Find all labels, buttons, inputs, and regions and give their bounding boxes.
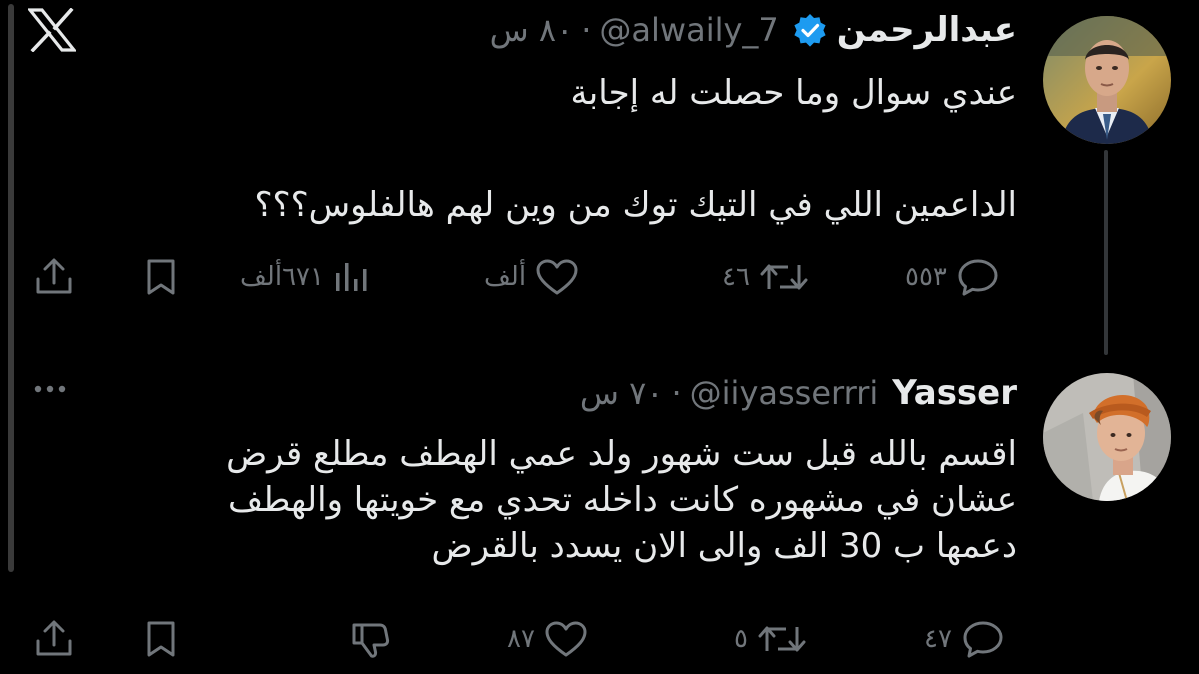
heart-icon bbox=[545, 621, 587, 657]
like-button[interactable]: ٨٧ bbox=[507, 619, 589, 659]
tweet-timestamp[interactable]: ٧٠ س bbox=[580, 374, 664, 412]
x-logo-icon[interactable] bbox=[26, 7, 78, 53]
reply-button[interactable]: ٤٧ bbox=[924, 619, 1006, 659]
verified-badge-icon bbox=[794, 14, 826, 47]
bookmark-icon bbox=[147, 621, 175, 657]
reply-count: ٤٧ bbox=[924, 624, 952, 654]
share-button[interactable] bbox=[33, 257, 75, 297]
display-name[interactable]: Yasser bbox=[892, 373, 1017, 413]
retweet-icon bbox=[758, 626, 806, 652]
display-name[interactable]: عبدالرحمن bbox=[837, 10, 1017, 50]
header-separator: · bbox=[581, 11, 592, 49]
retweet-count: ٤٦ bbox=[722, 262, 750, 292]
share-icon bbox=[36, 258, 72, 294]
more-options-icon[interactable] bbox=[30, 378, 70, 400]
tweet-thread-screen: عبدالرحمن @alwaily_7 · ٨٠ س عندي سوال وم… bbox=[0, 0, 1199, 674]
bookmark-icon bbox=[147, 259, 175, 295]
author-avatar[interactable] bbox=[1043, 373, 1171, 501]
author-handle[interactable]: @alwaily_7 bbox=[599, 11, 778, 49]
scrollbar[interactable] bbox=[8, 4, 14, 572]
retweet-button[interactable]: ٥ bbox=[734, 619, 808, 659]
tweet-text-line: دعمها ب 30 الف والى الان يسدد بالقرض bbox=[431, 526, 1017, 566]
author-avatar[interactable] bbox=[1043, 16, 1171, 144]
like-count: ألف bbox=[484, 262, 527, 292]
tweet-body: اقسم بالله قبل ست شهور ولد عمي الهطف مطل… bbox=[57, 431, 1017, 569]
tweet-text-line: اقسم بالله قبل ست شهور ولد عمي الهطف مطل… bbox=[226, 434, 1017, 474]
tweet-body: عندي سوال وما حصلت له إجابة الداعمين الل… bbox=[57, 71, 1018, 228]
tweet-header: عبدالرحمن @alwaily_7 · ٨٠ س bbox=[490, 5, 1017, 55]
thread-connector-line bbox=[1104, 150, 1108, 355]
tweet-timestamp[interactable]: ٨٠ س bbox=[490, 11, 574, 49]
analytics-icon bbox=[335, 263, 367, 291]
tweet-header: Yasser @iiyasserrri · ٧٠ س bbox=[580, 368, 1017, 418]
reply-count: ٥٥٣ bbox=[905, 262, 947, 292]
dislike-button[interactable] bbox=[348, 619, 392, 659]
share-icon bbox=[36, 620, 72, 656]
reply-icon bbox=[963, 621, 1003, 658]
like-count: ٨٧ bbox=[507, 624, 535, 654]
bookmark-button[interactable] bbox=[143, 257, 179, 297]
retweet-count: ٥ bbox=[734, 624, 748, 654]
thumbs-down-icon bbox=[352, 623, 390, 658]
like-button[interactable]: ألف bbox=[484, 257, 580, 297]
tweet-text-line: عندي سوال وما حصلت له إجابة bbox=[570, 73, 1017, 113]
retweet-icon bbox=[760, 264, 808, 290]
views-count: ٦٧١ألف bbox=[240, 262, 324, 292]
tweet-text-line: عشان في مشهوره كانت داخله تحدي مع خويتها… bbox=[228, 480, 1017, 520]
header-separator: · bbox=[671, 374, 682, 412]
bookmark-button[interactable] bbox=[143, 619, 179, 659]
heart-icon bbox=[536, 259, 578, 295]
views-button[interactable]: ٦٧١ألف bbox=[240, 257, 372, 297]
reply-icon bbox=[958, 259, 998, 296]
share-button[interactable] bbox=[33, 619, 75, 659]
author-handle[interactable]: @iiyasserrri bbox=[690, 374, 879, 412]
reply-button[interactable]: ٥٥٣ bbox=[905, 257, 1001, 297]
retweet-button[interactable]: ٤٦ bbox=[722, 257, 810, 297]
tweet-text-line: الداعمين اللي في التيك توك من وين لهم ها… bbox=[254, 185, 1018, 225]
